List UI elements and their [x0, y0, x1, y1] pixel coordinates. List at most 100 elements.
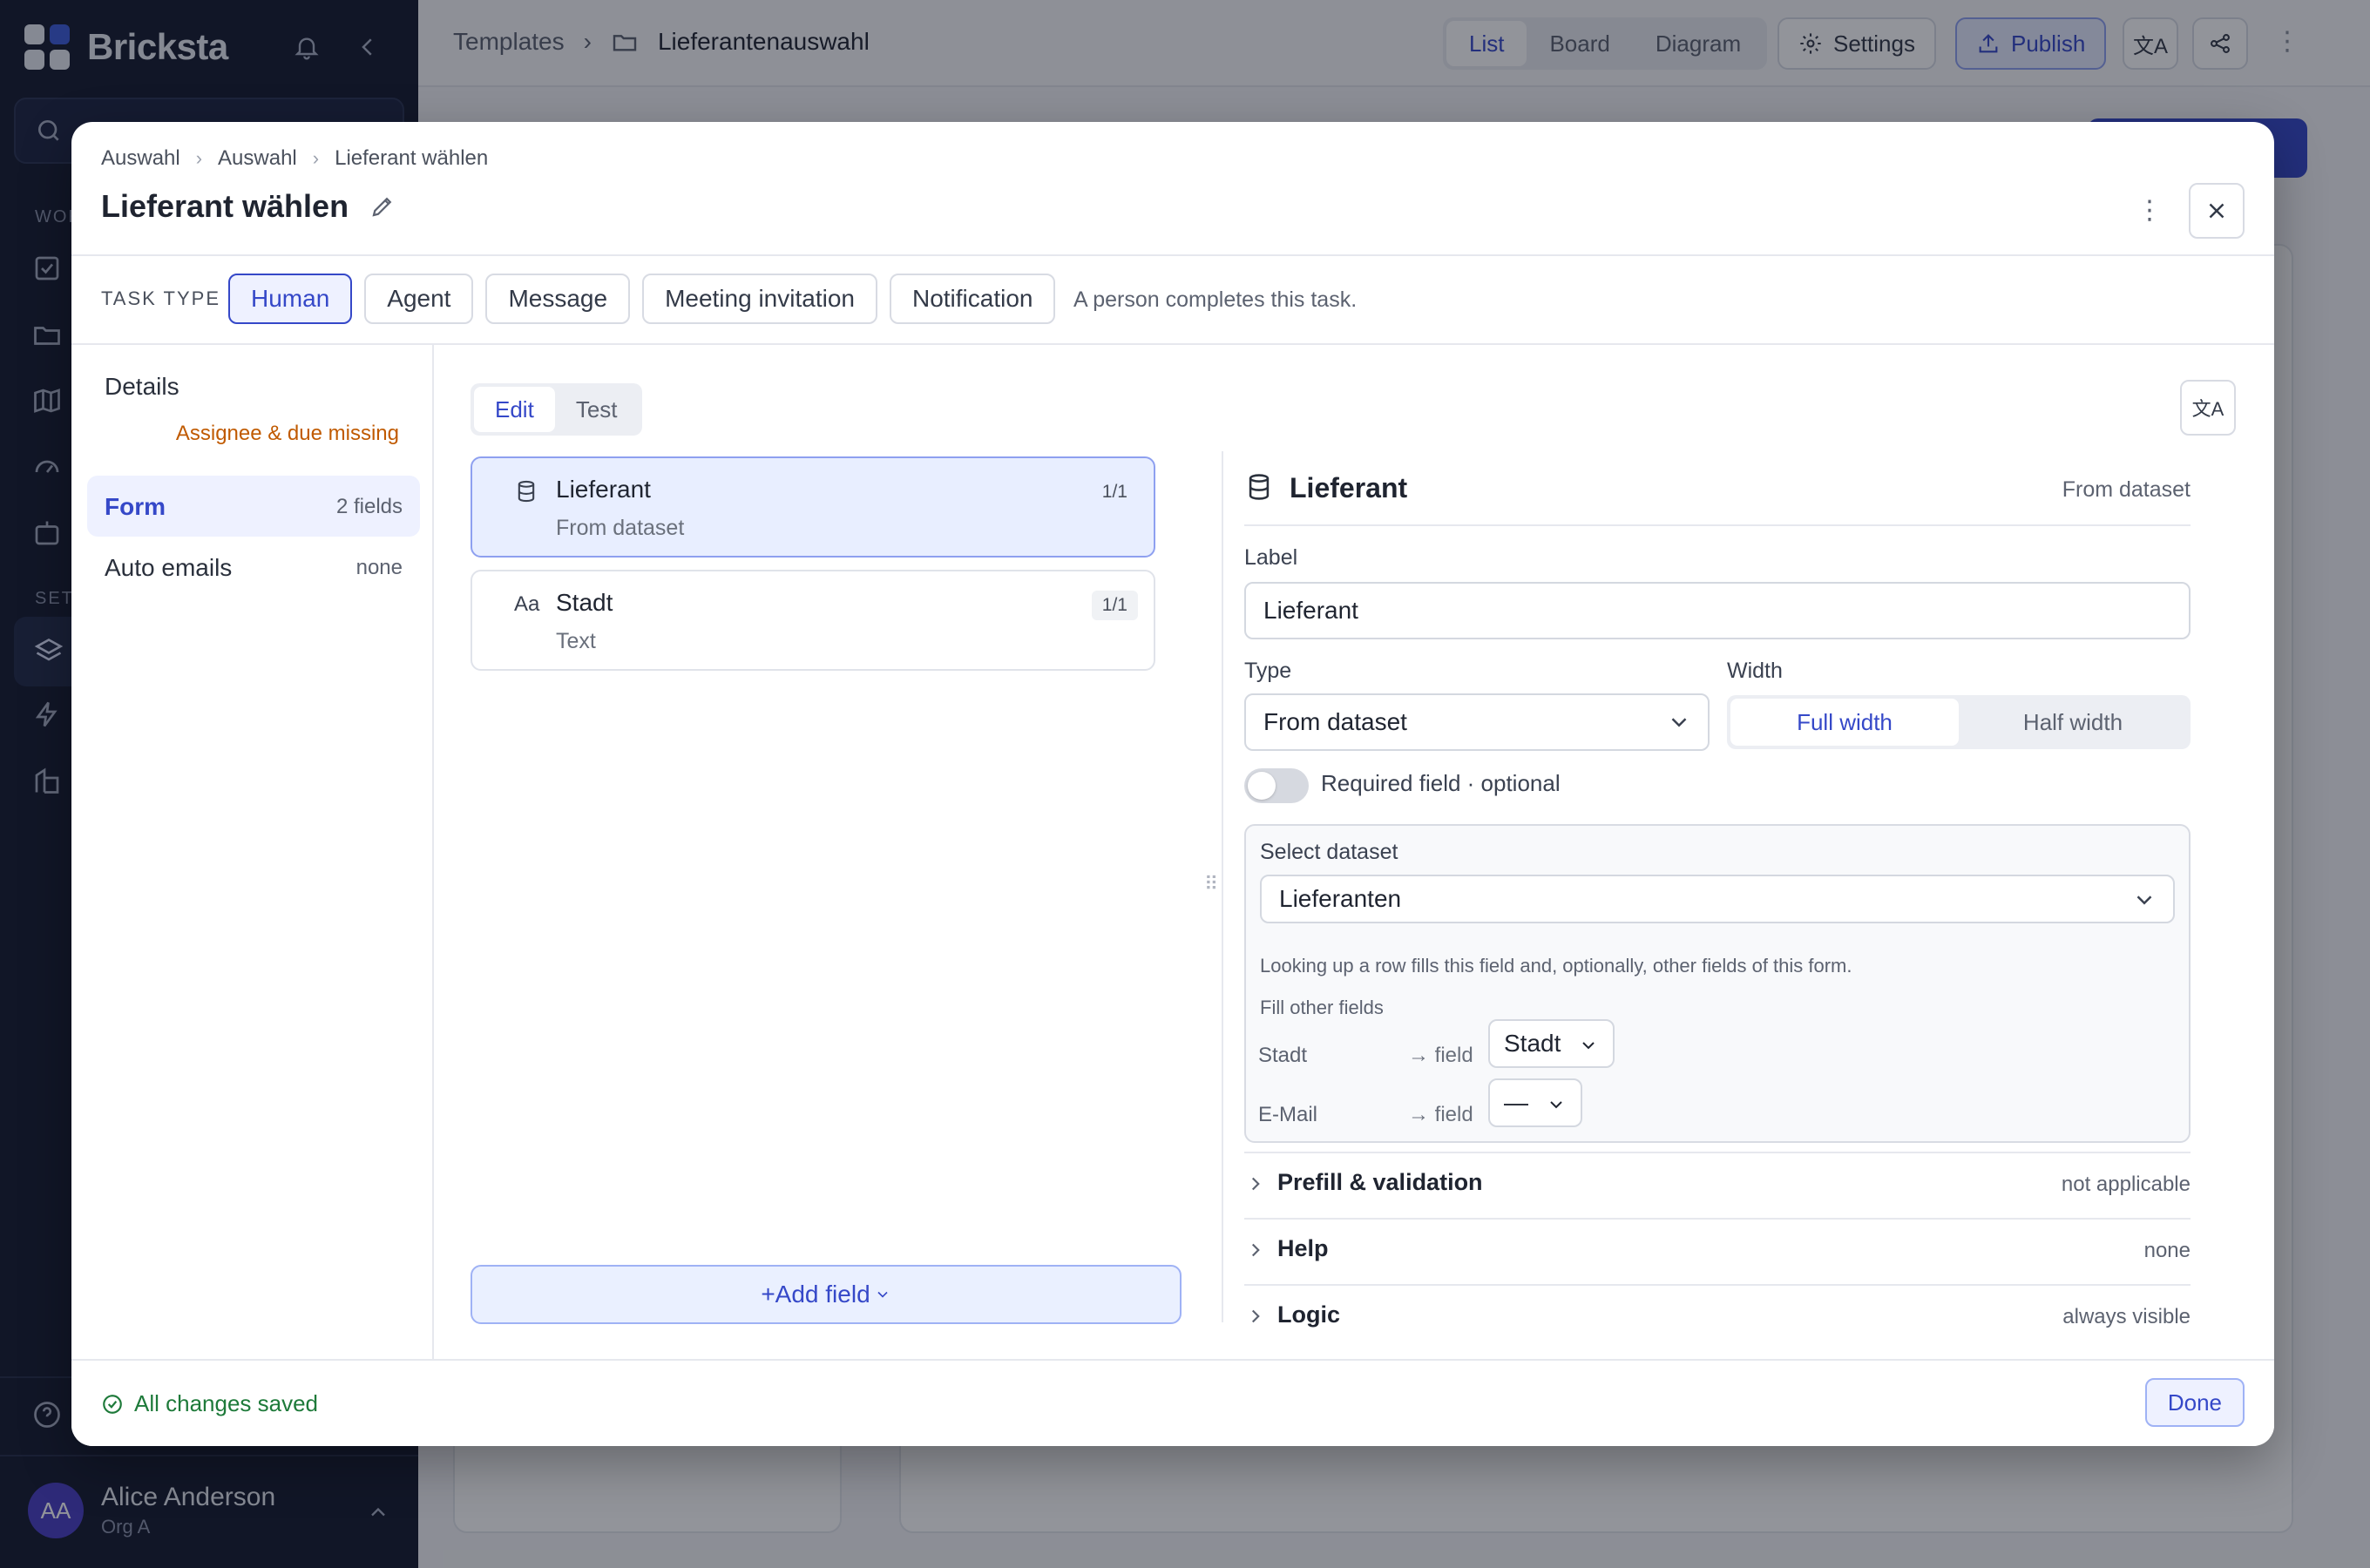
modal-footer: All changes saved Done — [71, 1359, 2274, 1446]
label-caption: Label — [1244, 545, 1298, 570]
close-button[interactable] — [2189, 183, 2245, 239]
type-select-value: From dataset — [1263, 708, 1407, 735]
translate-button[interactable]: 文A — [2180, 380, 2236, 436]
dataset-caption: Select dataset — [1260, 840, 1398, 864]
text-icon: Aa — [514, 592, 540, 616]
section-help[interactable]: Help none — [1244, 1218, 2191, 1284]
field-badge: 1/1 — [1101, 482, 1127, 502]
section-meta: none — [2143, 1239, 2191, 1262]
task-type-notification[interactable]: Notification — [889, 274, 1056, 324]
task-type-message[interactable]: Message — [485, 274, 631, 324]
width-toggle: Full width Half width — [1727, 695, 2191, 749]
nav-item-form[interactable]: Form 2 fields — [87, 476, 420, 537]
chevron-right-icon — [1251, 1309, 1260, 1323]
translate-icon: 文A — [2191, 398, 2224, 420]
more-icon[interactable]: ⋮ — [2136, 195, 2163, 226]
field-type: Text — [556, 629, 596, 653]
chevron-right-icon — [1251, 1177, 1260, 1191]
breadcrumb-item[interactable]: Auswahl — [218, 146, 297, 171]
nav-item-details[interactable]: Details — [87, 355, 420, 416]
save-status-text: All changes saved — [134, 1390, 319, 1416]
nav-item-meta: none — [356, 556, 403, 579]
chevron-right-icon — [1251, 1243, 1260, 1257]
resize-handle-icon[interactable]: ⠿ — [1204, 873, 1218, 896]
mapping-target-select[interactable]: Stadt — [1488, 1019, 1615, 1068]
database-icon — [514, 479, 538, 504]
mapping-target-value: Stadt — [1504, 1030, 1561, 1057]
details-warning: Assignee & due missing — [175, 422, 399, 445]
divider — [71, 254, 2274, 256]
task-type-options: Human Agent Message Meeting invitation N… — [228, 274, 1056, 324]
field-card-lieferant[interactable]: Lieferant From dataset 1/1 — [471, 456, 1155, 558]
nav-item-meta: 2 fields — [335, 495, 403, 518]
tab-test[interactable]: Test — [555, 387, 639, 432]
width-caption: Width — [1727, 659, 1783, 683]
chevron-down-icon — [1582, 1041, 1595, 1050]
mapping-target-select[interactable]: — — [1488, 1078, 1582, 1127]
section-title: Prefill & validation — [1277, 1169, 1483, 1195]
width-half-option[interactable]: Half width — [1959, 699, 2187, 746]
section-title: Logic — [1277, 1301, 1340, 1328]
divider — [1244, 524, 2191, 526]
task-type-human[interactable]: Human — [228, 274, 353, 324]
breadcrumb: Auswahl › Auswahl › Lieferant wählen — [101, 146, 488, 171]
label-input[interactable]: Lieferant — [1244, 582, 2191, 639]
section-title: Help — [1277, 1235, 1329, 1261]
add-field-button[interactable]: +Add field — [471, 1265, 1182, 1324]
dataset-note: Looking up a row fills this field and, o… — [1260, 955, 1852, 977]
width-full-option[interactable]: Full width — [1730, 699, 1959, 746]
field-card-stadt[interactable]: Aa Stadt Text 1/1 — [471, 570, 1155, 671]
nav-item-label: Form — [105, 493, 166, 520]
divider — [1222, 451, 1223, 1322]
breadcrumb-item[interactable]: Auswahl — [101, 146, 180, 171]
field-name: Stadt — [556, 589, 613, 616]
chevron-down-icon — [1550, 1100, 1562, 1109]
editor-title: Lieferant — [1290, 472, 1408, 504]
dataset-panel — [1244, 824, 2191, 1143]
section-meta: not applicable — [2061, 1173, 2191, 1196]
task-type-agent[interactable]: Agent — [364, 274, 474, 324]
chevron-down-icon — [877, 1291, 888, 1298]
add-field-label: +Add field — [761, 1281, 870, 1308]
mapping-source: Stadt — [1258, 1044, 1308, 1067]
tab-edit[interactable]: Edit — [474, 387, 555, 432]
pencil-icon[interactable] — [369, 193, 401, 225]
field-badge: 1/1 — [1091, 591, 1138, 620]
done-button[interactable]: Done — [2144, 1378, 2245, 1427]
mapping-target-value: — — [1504, 1089, 1528, 1116]
field-name: Lieferant — [556, 476, 651, 503]
chevron-right-icon: › — [195, 147, 203, 169]
editor-type-label: From dataset — [2062, 477, 2191, 502]
task-modal: Auswahl › Auswahl › Lieferant wählen Lie… — [71, 122, 2274, 1446]
section-meta: always visible — [2062, 1305, 2191, 1328]
mapping-arrow: → field — [1408, 1103, 1473, 1126]
nav-item-label: Details — [105, 373, 179, 400]
chevron-right-icon: › — [312, 147, 320, 169]
close-icon — [2209, 203, 2224, 219]
mapping-arrow: → field — [1408, 1044, 1473, 1067]
task-type-label: TASK TYPE — [101, 287, 221, 309]
section-logic[interactable]: Logic always visible — [1244, 1284, 2191, 1350]
fill-other-label: Fill other fields — [1260, 997, 1384, 1018]
modal-nav: Details Assignee & due missing Form 2 fi… — [71, 345, 434, 1359]
breadcrumb-item: Lieferant wählen — [335, 146, 489, 170]
type-select[interactable]: From dataset — [1244, 693, 1710, 751]
nav-item-auto-emails[interactable]: Auto emails none — [87, 537, 420, 598]
database-icon — [1244, 472, 1274, 502]
required-label: Required field · optional — [1321, 770, 1561, 796]
task-type-meeting-invitation[interactable]: Meeting invitation — [642, 274, 877, 324]
save-status: All changes saved — [101, 1390, 318, 1417]
task-type-description: A person completes this task. — [1073, 287, 1358, 312]
check-circle-icon — [103, 1394, 122, 1414]
page-title: Lieferant wählen — [101, 188, 349, 224]
dataset-select-value: Lieferanten — [1279, 885, 1402, 912]
section-prefill-validation[interactable]: Prefill & validation not applicable — [1244, 1152, 2191, 1218]
mode-tabs: Edit Test — [471, 383, 642, 436]
dataset-select[interactable]: Lieferanten — [1260, 875, 2175, 923]
field-type: From dataset — [556, 516, 685, 540]
required-toggle[interactable] — [1244, 768, 1309, 803]
type-caption: Type — [1244, 659, 1292, 683]
mapping-source: E-Mail — [1258, 1103, 1318, 1126]
nav-item-label: Auto emails — [105, 554, 233, 581]
chevron-down-icon — [1671, 718, 1687, 727]
